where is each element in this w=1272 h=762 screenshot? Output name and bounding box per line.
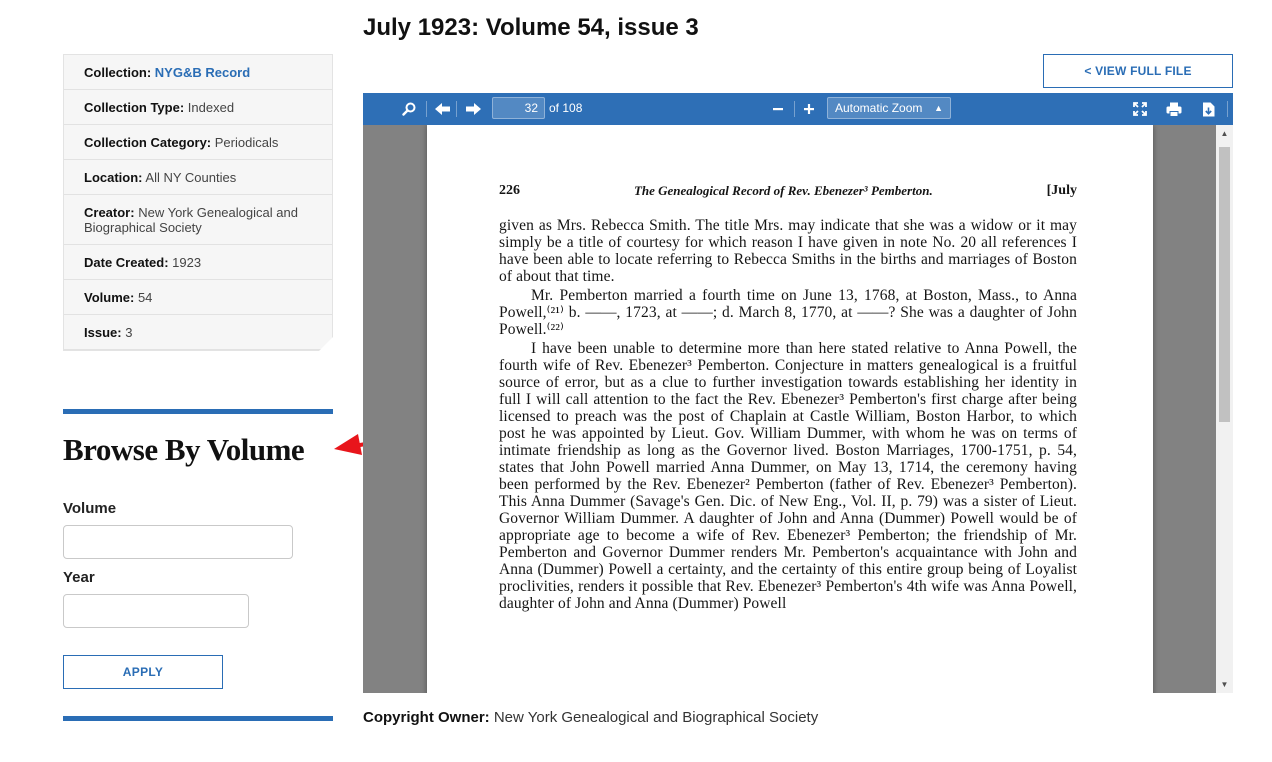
page-number: 226 (499, 183, 520, 198)
next-page-icon[interactable] (462, 99, 484, 119)
metadata-row-date-created: Date Created: 1923 (64, 245, 332, 280)
print-icon[interactable] (1163, 99, 1185, 119)
collection-link[interactable]: NYG&B Record (155, 65, 250, 80)
previous-page-icon[interactable] (432, 99, 454, 119)
running-title: The Genealogical Record of Rev. Ebenezer… (633, 183, 933, 198)
scanned-page-text: 226 The Genealogical Record of Rev. Eben… (499, 183, 1077, 612)
browse-heading: Browse By Volume (63, 432, 305, 467)
toolbar-divider (794, 101, 795, 117)
vertical-scrollbar[interactable]: ▲ ▼ (1216, 125, 1233, 693)
metadata-value: 3 (125, 325, 133, 340)
metadata-label: Issue: (84, 325, 122, 340)
search-icon[interactable] (398, 99, 420, 119)
metadata-value: 1923 (172, 255, 202, 270)
zoom-select-label: Automatic Zoom (835, 101, 923, 115)
zoom-in-icon[interactable] (798, 99, 820, 119)
document-canvas: 226 The Genealogical Record of Rev. Eben… (363, 125, 1216, 693)
browse-top-rule (63, 409, 333, 414)
document-page: 226 The Genealogical Record of Rev. Eben… (427, 125, 1153, 693)
metadata-row-creator: Creator: New York Genealogical and Biogr… (64, 195, 332, 245)
metadata-row-collection-type: Collection Type: Indexed (64, 90, 332, 125)
metadata-value: 54 (137, 290, 153, 305)
scroll-up-icon[interactable]: ▲ (1216, 125, 1233, 142)
running-month: [July (1046, 183, 1077, 198)
page-number-input[interactable] (492, 97, 545, 119)
page-count: of 108 (549, 101, 583, 115)
metadata-label: Collection: (84, 65, 152, 80)
download-icon[interactable] (1197, 99, 1219, 119)
metadata-row-issue: Issue: 3 (64, 315, 332, 350)
metadata-value: Periodicals (214, 135, 279, 150)
copyright-label: Copyright Owner: (363, 709, 490, 726)
paragraph: given as Mrs. Rebecca Smith. The title M… (499, 217, 1077, 285)
metadata-value: Indexed (187, 100, 235, 115)
year-input[interactable] (63, 594, 249, 628)
browse-bottom-rule (63, 716, 333, 721)
paragraph: I have been unable to determine more tha… (499, 340, 1077, 612)
page-title: July 1923: Volume 54, issue 3 (363, 14, 699, 41)
copyright-owner: New York Genealogical and Biographical S… (493, 709, 819, 726)
metadata-label: Creator: (84, 205, 135, 220)
scroll-down-icon[interactable]: ▼ (1216, 676, 1233, 693)
metadata-label: Date Created: (84, 255, 169, 270)
toolbar-divider (456, 101, 457, 117)
panel-corner-fold (319, 337, 333, 351)
pdf-viewer: of 108 Automatic Zoom ▲ 226 The G (363, 93, 1233, 693)
metadata-value: All NY Counties (145, 170, 237, 185)
running-header: 226 The Genealogical Record of Rev. Eben… (499, 183, 1077, 199)
metadata-row-volume: Volume: 54 (64, 280, 332, 315)
metadata-label: Location: (84, 170, 143, 185)
select-arrows-icon: ▲ (934, 103, 943, 113)
year-label: Year (63, 569, 95, 586)
paragraph: Mr. Pemberton married a fourth time on J… (499, 287, 1077, 338)
zoom-select[interactable]: Automatic Zoom ▲ (827, 97, 951, 119)
metadata-label: Volume: (84, 290, 135, 305)
metadata-label: Collection Type: (84, 100, 185, 115)
metadata-row-location: Location: All NY Counties (64, 160, 332, 195)
metadata-row-collection-category: Collection Category: Periodicals (64, 125, 332, 160)
toolbar-divider (1227, 101, 1228, 117)
apply-button[interactable]: APPLY (63, 655, 223, 689)
metadata-row-collection: Collection: NYG&B Record (64, 55, 332, 90)
collection-metadata-panel: Collection: NYG&B Record Collection Type… (63, 54, 333, 351)
view-full-file-button[interactable]: < VIEW FULL FILE (1043, 54, 1233, 88)
toolbar-divider (426, 101, 427, 117)
metadata-label: Collection Category: (84, 135, 212, 150)
volume-label: Volume (63, 500, 117, 517)
zoom-out-icon[interactable] (767, 99, 789, 119)
viewer-toolbar: of 108 Automatic Zoom ▲ (363, 93, 1233, 125)
scrollbar-thumb[interactable] (1219, 147, 1230, 422)
copyright-line: Copyright Owner: New York Genealogical a… (363, 709, 818, 726)
volume-input[interactable] (63, 525, 293, 559)
presentation-mode-icon[interactable] (1129, 99, 1151, 119)
